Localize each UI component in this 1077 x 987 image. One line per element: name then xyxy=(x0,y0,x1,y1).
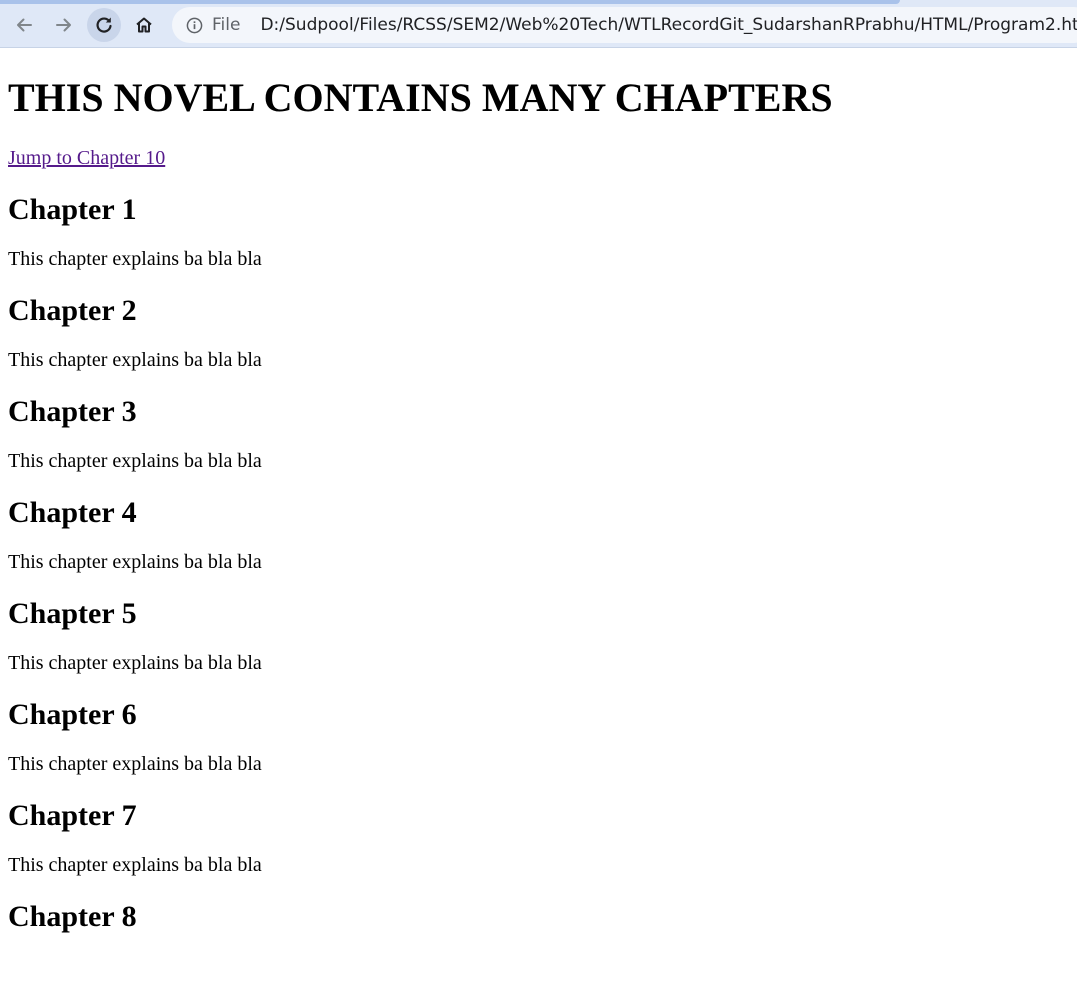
chapter-section: Chapter 7 This chapter explains ba bla bl… xyxy=(8,798,1069,877)
scheme-label: File xyxy=(212,15,241,35)
chapter-heading: Chapter 2 xyxy=(8,294,137,327)
reload-button[interactable] xyxy=(87,8,121,42)
chapter-heading: Chapter 5 xyxy=(8,597,137,630)
tab-strip xyxy=(0,0,900,4)
chapter-list: Chapter 1 This chapter explains ba bla bl… xyxy=(8,192,1069,934)
chapter-text: This chapter explains ba bla bla xyxy=(8,854,262,876)
chapter-text: This chapter explains ba bla bla xyxy=(8,551,262,573)
page-title: THIS NOVEL CONTAINS MANY CHAPTERS xyxy=(8,75,833,120)
chapter-text: This chapter explains ba bla bla xyxy=(8,450,262,472)
info-icon[interactable] xyxy=(186,16,203,34)
chapter-heading: Chapter 6 xyxy=(8,698,137,731)
arrow-left-icon xyxy=(17,18,32,32)
address-bar[interactable]: File D:/Sudpool/Files/RCSS/SEM2/Web%20Te… xyxy=(172,7,1077,43)
home-icon xyxy=(136,17,152,33)
chapter-heading: Chapter 3 xyxy=(8,395,137,428)
chapter-text: This chapter explains ba bla bla xyxy=(8,349,262,371)
arrow-right-icon xyxy=(56,18,71,32)
browser-toolbar: File D:/Sudpool/Files/RCSS/SEM2/Web%20Te… xyxy=(0,0,1077,48)
chapter-heading: Chapter 1 xyxy=(8,193,137,226)
page-content: THIS NOVEL CONTAINS MANY CHAPTERS Jump t… xyxy=(0,48,1077,987)
chapter-section: Chapter 3 This chapter explains ba bla bl… xyxy=(8,394,1069,473)
reload-icon xyxy=(96,17,112,33)
chapter-text: This chapter explains ba bla bla xyxy=(8,753,262,775)
chapter-heading: Chapter 7 xyxy=(8,799,137,832)
chapter-text: This chapter explains ba bla bla xyxy=(8,652,262,674)
home-button[interactable] xyxy=(127,8,161,42)
forward-button[interactable] xyxy=(47,8,81,42)
chapter-section: Chapter 8 xyxy=(8,899,1069,934)
chapter-section: Chapter 6 This chapter explains ba bla bl… xyxy=(8,697,1069,776)
chapter-section: Chapter 1 This chapter explains ba bla bl… xyxy=(8,192,1069,271)
chapter-heading: Chapter 4 xyxy=(8,496,137,529)
chapter-section: Chapter 4 This chapter explains ba bla bl… xyxy=(8,495,1069,574)
chapter-text: This chapter explains ba bla bla xyxy=(8,248,262,270)
chapter-section: Chapter 5 This chapter explains ba bla bl… xyxy=(8,596,1069,675)
back-button[interactable] xyxy=(7,8,41,42)
chapter-section: Chapter 2 This chapter explains ba bla bl… xyxy=(8,293,1069,372)
jump-to-chapter-link[interactable]: Jump to Chapter 10 xyxy=(8,147,165,170)
chapter-heading: Chapter 8 xyxy=(8,900,137,933)
url-text[interactable]: D:/Sudpool/Files/RCSS/SEM2/Web%20Tech/WT… xyxy=(260,15,1077,35)
